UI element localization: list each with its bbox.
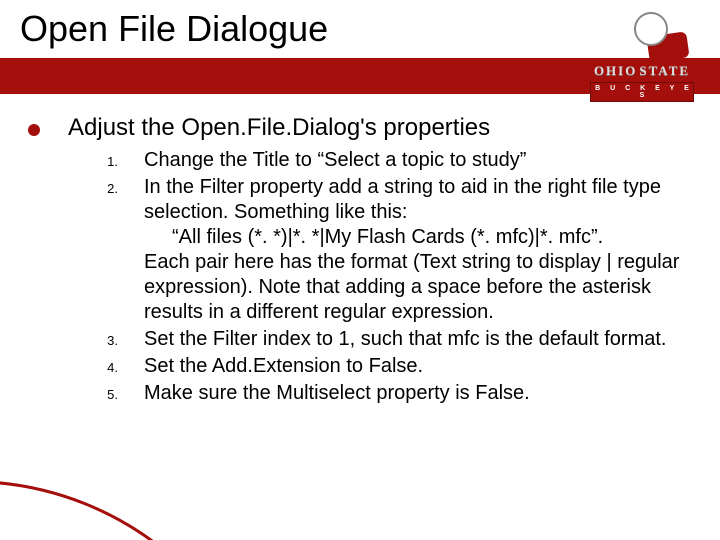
- logo-text-buckeyes: B U C K E Y E S: [590, 82, 694, 102]
- list-number: 1.: [102, 148, 118, 169]
- list-item: 4. Set the Add.Extension to False.: [102, 354, 682, 379]
- list-text-indent: “All files (*. *)|*. *|My Flash Cards (*…: [144, 225, 682, 250]
- logo-wordmark: OHIOSTATE B U C K E Y E S: [582, 62, 702, 102]
- bullet-item: Adjust the Open.File.Dialog's properties: [28, 114, 692, 142]
- decorative-arc: [0, 480, 280, 540]
- list-text: Change the Title to “Select a topic to s…: [144, 148, 526, 173]
- bullet-text: Adjust the Open.File.Dialog's properties: [68, 114, 490, 142]
- list-item: 2. In the Filter property add a string t…: [102, 175, 682, 325]
- list-text: Set the Add.Extension to False.: [144, 354, 423, 379]
- list-text: Make sure the Multiselect property is Fa…: [144, 381, 530, 406]
- mascot-icon: [634, 6, 692, 64]
- list-text: In the Filter property add a string to a…: [144, 175, 682, 325]
- slide: Open File Dialogue OHIOSTATE B U C K E Y…: [0, 0, 720, 540]
- list-number: 4.: [102, 354, 118, 375]
- list-text: Set the Filter index to 1, such that mfc…: [144, 327, 666, 352]
- list-number: 2.: [102, 175, 118, 196]
- list-text-cont: Each pair here has the format (Text stri…: [144, 251, 679, 323]
- list-item: 1. Change the Title to “Select a topic t…: [102, 148, 682, 173]
- list-number: 3.: [102, 327, 118, 348]
- list-item: 5. Make sure the Multiselect property is…: [102, 381, 682, 406]
- ohio-state-logo: OHIOSTATE B U C K E Y E S: [582, 8, 702, 96]
- logo-text-ohio: OHIO: [594, 63, 637, 78]
- list-text-line: In the Filter property add a string to a…: [144, 176, 661, 223]
- bullet-icon: [28, 124, 40, 136]
- list-item: 3. Set the Filter index to 1, such that …: [102, 327, 682, 352]
- numbered-list: 1. Change the Title to “Select a topic t…: [102, 148, 682, 406]
- logo-text-state: STATE: [639, 63, 690, 78]
- list-number: 5.: [102, 381, 118, 402]
- content-area: Adjust the Open.File.Dialog's properties…: [28, 114, 692, 408]
